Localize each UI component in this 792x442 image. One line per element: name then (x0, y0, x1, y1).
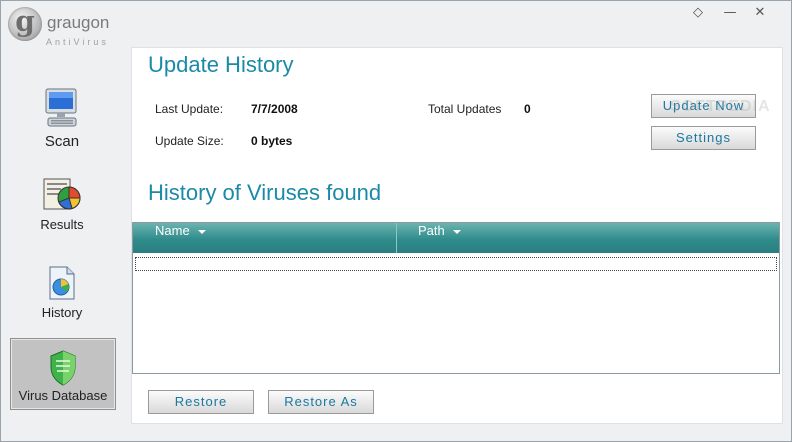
results-chart-icon (43, 178, 81, 210)
sort-caret-icon (452, 229, 461, 234)
sidebar-item-label: Virus Database (18, 388, 108, 403)
minimize-window-icon[interactable]: — (721, 5, 739, 21)
column-header-label: Name (155, 223, 190, 238)
shield-icon (50, 350, 76, 386)
table-row-focus[interactable] (135, 257, 777, 271)
column-header-label: Path (418, 223, 445, 238)
sidebar-item-label: Results (40, 217, 84, 232)
sidebar-item-scan[interactable]: Scan (10, 87, 114, 157)
close-window-icon[interactable]: ✕ (751, 5, 769, 21)
restore-as-button[interactable]: Restore As (268, 390, 374, 414)
title-bar: g graugon AntiVirus ◇ — ✕ (1, 1, 791, 47)
column-divider (396, 223, 397, 253)
graugon-logo-icon: g (8, 5, 42, 41)
sort-caret-icon (197, 229, 206, 234)
restore-button[interactable]: Restore (148, 390, 254, 414)
column-header-path[interactable]: Path (418, 223, 461, 253)
computer-icon (45, 88, 77, 127)
main-panel: Update History Last Update: 7/7/2008 Upd… (131, 47, 783, 424)
sidebar-item-results[interactable]: Results (10, 177, 114, 237)
sidebar: Scan Results History Virus Database (1, 73, 121, 433)
viruses-table: Name Path (132, 222, 780, 374)
sidebar-item-label: Scan (44, 133, 80, 150)
sidebar-item-history[interactable]: History (10, 265, 114, 325)
total-updates-value: 0 (524, 102, 531, 116)
settings-button[interactable]: Settings (651, 126, 756, 150)
viruses-found-title: History of Viruses found (148, 180, 382, 205)
logo-letter: g (15, 5, 35, 38)
last-update-value: 7/7/2008 (251, 102, 298, 116)
update-history-title: Update History (148, 52, 294, 77)
app-name: graugon (47, 13, 110, 32)
sidebar-item-virus-database[interactable]: Virus Database (10, 338, 116, 410)
total-updates-label: Total Updates (428, 102, 502, 116)
sidebar-item-label: History (41, 305, 83, 320)
app-subtitle: AntiVirus (46, 37, 109, 47)
history-document-icon (49, 266, 75, 300)
softpedia-watermark: SOFTPEDIA (670, 98, 771, 115)
update-size-value: 0 bytes (251, 134, 293, 148)
app-window: g graugon AntiVirus ◇ — ✕ Scan Results H… (0, 0, 792, 442)
restore-window-icon[interactable]: ◇ (689, 5, 707, 21)
update-size-label: Update Size: (155, 134, 224, 148)
column-header-name[interactable]: Name (155, 223, 206, 253)
last-update-label: Last Update: (155, 102, 224, 116)
table-header: Name Path (133, 223, 779, 253)
